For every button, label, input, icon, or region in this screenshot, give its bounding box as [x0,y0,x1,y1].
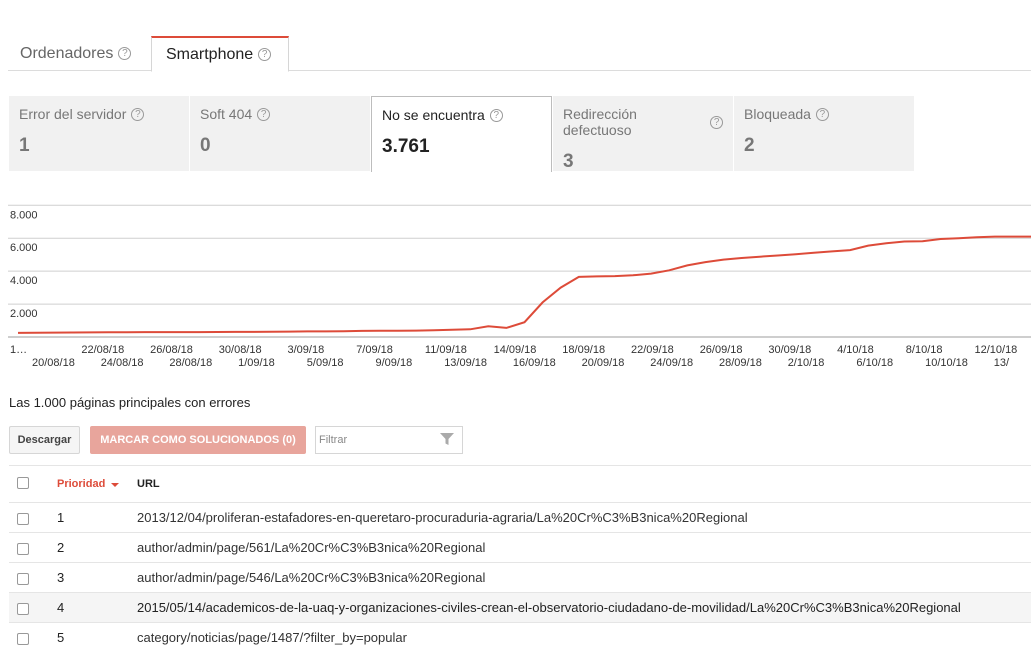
priority-header-label: Prioridad [57,478,106,490]
row-checkbox[interactable] [17,573,29,585]
filter-box [315,426,463,454]
card-redirect-error[interactable]: Redirección defectuoso? 3 [553,96,734,172]
row-priority: 3 [57,570,65,585]
download-button[interactable]: Descargar [9,426,80,454]
y-tick-label: 4.000 [10,275,38,287]
x-tick-label: 12/10/18 [974,344,1017,356]
errors-line-chart: 2.000 4.000 6.000 8.000 1… 22/08/18 26/08/18 30… [8,196,1031,374]
chart-svg: 2.000 4.000 6.000 8.000 1… 22/08/18 26/08/18 30… [8,204,1031,369]
card-label: Soft 404 [200,106,253,122]
card-value: 3 [563,151,574,172]
y-tick-label: 6.000 [10,242,38,254]
url-column-header: URL [137,478,160,490]
device-tabs: Ordenadores ? Smartphone ? [8,36,1031,72]
x-tick-label: 20/08/18 [32,357,75,369]
priority-column-header[interactable]: Prioridad [57,466,120,503]
x-tick-label: 4/10/18 [837,344,874,356]
row-url[interactable]: 2013/12/04/proliferan-estafadores-en-que… [137,503,748,533]
x-tick-label: 10/10/18 [925,357,968,369]
card-label: Error del servidor [19,106,127,122]
select-all-checkbox[interactable] [17,477,29,489]
filter-icon[interactable] [440,433,454,445]
series-line [17,235,1031,334]
x-tick-label: 6/10/18 [856,357,893,369]
help-icon[interactable]: ? [489,108,503,122]
y-tick-label: 2.000 [10,308,38,320]
card-server-error[interactable]: Error del servidor? 1 [9,96,190,171]
x-tick-label: 22/09/18 [631,344,674,356]
filter-input[interactable] [316,427,436,453]
tab-label: Smartphone [166,46,254,63]
x-tick-label: 14/09/18 [494,344,537,356]
help-icon[interactable]: ? [710,115,723,129]
x-tick-label: 5/09/18 [307,357,344,369]
row-priority: 2 [57,540,65,555]
row-priority: 1 [57,510,65,525]
x-tick-label: 1… [10,344,27,356]
card-soft-404[interactable]: Soft 404? 0 [190,96,371,171]
card-value: 2 [744,135,755,156]
card-value: 3.761 [382,136,430,157]
row-checkbox[interactable] [17,543,29,555]
errors-table: Prioridad URL 1 2013/12/04/proliferan-es… [9,465,1031,646]
help-icon[interactable]: ? [118,47,132,60]
x-tick-label: 16/09/18 [513,357,556,369]
x-tick-label: 9/09/18 [376,357,413,369]
card-blocked[interactable]: Bloqueada? 2 [734,96,915,171]
table-row[interactable]: 3 author/admin/page/546/La%20Cr%C3%B3nic… [9,562,1031,592]
sort-down-icon [111,482,120,487]
x-tick-label: 13/ [994,357,1010,369]
row-url[interactable]: author/admin/page/561/La%20Cr%C3%B3nica%… [137,533,485,563]
x-tick-label: 2/10/18 [788,357,825,369]
card-label: Bloqueada [744,106,811,122]
card-value: 1 [19,135,30,156]
x-tick-label: 28/09/18 [719,357,762,369]
x-tick-label: 24/08/18 [101,357,144,369]
x-tick-label: 30/09/18 [768,344,811,356]
row-url[interactable]: 2015/05/14/academicos-de-la-uaq-y-organi… [137,593,961,623]
row-url[interactable]: category/noticias/page/1487/?filter_by=p… [137,623,407,646]
table-title: Las 1.000 páginas principales con errore… [9,395,251,410]
card-not-found[interactable]: No se encuentra? 3.761 [371,96,552,172]
tab-smartphone[interactable]: Smartphone ? [151,36,289,72]
tab-ordenadores[interactable]: Ordenadores ? [8,36,143,71]
x-tick-label: 1/09/18 [238,357,275,369]
card-label: No se encuentra [382,107,485,123]
x-tick-label: 3/09/18 [287,344,324,356]
table-row[interactable]: 5 category/noticias/page/1487/?filter_by… [9,622,1031,646]
row-checkbox[interactable] [17,633,29,645]
table-header: Prioridad URL [9,465,1031,502]
row-priority: 5 [57,630,65,645]
row-url[interactable]: author/admin/page/546/La%20Cr%C3%B3nica%… [137,563,485,593]
x-tick-label: 22/08/18 [81,344,124,356]
card-value: 0 [200,135,211,156]
help-icon[interactable]: ? [257,107,271,121]
x-tick-label: 18/09/18 [562,344,605,356]
table-row[interactable]: 1 2013/12/04/proliferan-estafadores-en-q… [9,502,1031,532]
x-tick-label: 8/10/18 [906,344,943,356]
card-label: Redirección defectuoso [563,106,637,138]
help-icon[interactable]: ? [815,107,829,121]
x-tick-label: 7/09/18 [356,344,393,356]
row-checkbox[interactable] [17,603,29,615]
x-tick-label: 30/08/18 [219,344,262,356]
x-tick-label: 20/09/18 [582,357,625,369]
x-tick-label: 24/09/18 [650,357,693,369]
help-icon[interactable]: ? [258,48,272,61]
row-priority: 4 [57,600,65,615]
x-tick-label: 26/09/18 [700,344,743,356]
x-tick-label: 11/09/18 [425,344,467,356]
table-row[interactable]: 4 2015/05/14/academicos-de-la-uaq-y-orga… [9,592,1031,622]
error-type-cards: Error del servidor? 1 Soft 404? 0 No se … [9,96,919,172]
mark-fixed-button[interactable]: MARCAR COMO SOLUCIONADOS (0) [90,426,306,454]
help-icon[interactable]: ? [131,107,145,121]
row-checkbox[interactable] [17,513,29,525]
y-tick-label: 8.000 [10,209,38,221]
x-tick-label: 26/08/18 [150,344,193,356]
x-tick-label: 28/08/18 [169,357,212,369]
table-row[interactable]: 2 author/admin/page/561/La%20Cr%C3%B3nic… [9,532,1031,562]
tab-label: Ordenadores [20,45,114,62]
x-tick-label: 13/09/18 [444,357,487,369]
